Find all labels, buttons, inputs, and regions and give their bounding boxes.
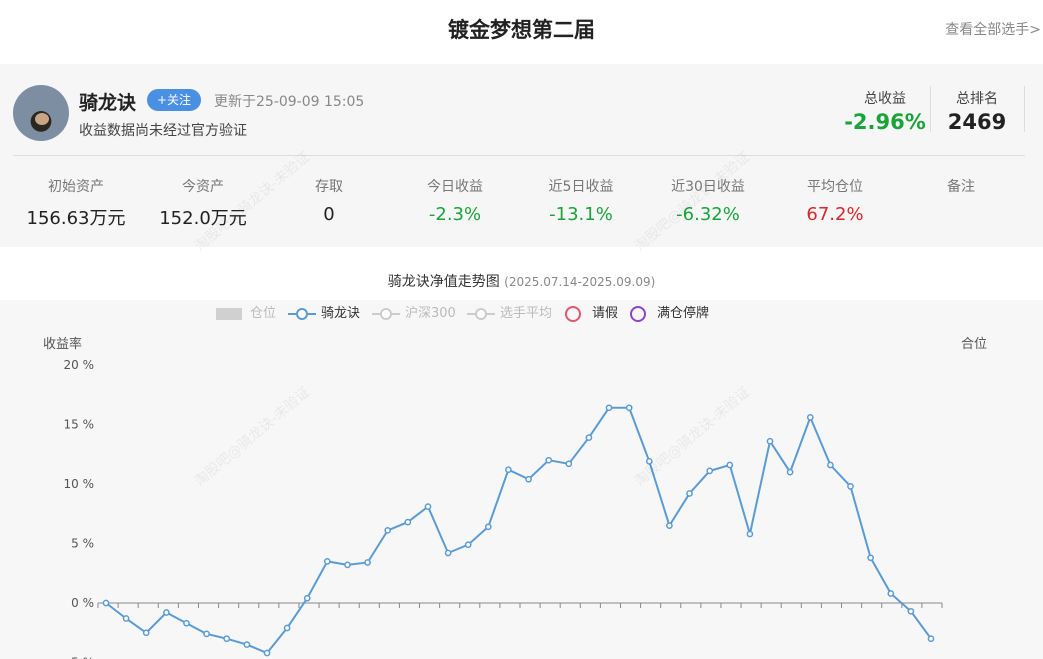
y-tick-label: 10 %: [64, 477, 95, 491]
data-point: [484, 523, 492, 531]
metric-value: -6.32%: [676, 204, 740, 225]
data-point: [122, 615, 130, 622]
user-name[interactable]: 骑龙诀: [79, 88, 136, 115]
metric-label: 平均仓位: [807, 179, 863, 195]
metric-value: -2.3%: [428, 204, 482, 225]
data-point: [183, 619, 190, 627]
metric-30day-return: 近30日收益 -6.32%: [643, 176, 773, 225]
data-point: [424, 503, 432, 510]
verification-note: 收益数据尚未经过官方验证: [79, 123, 247, 139]
data-point: [384, 527, 392, 534]
y-tick-label: -5 %: [67, 656, 94, 659]
total-rank: 总排名 2469: [937, 88, 1017, 134]
chart-date-range: (2025.07.14-2025.09.09): [504, 275, 656, 289]
total-return-label: 总收益: [864, 91, 906, 107]
data-point: [404, 518, 412, 526]
stat-divider: [930, 86, 931, 132]
data-point: [163, 609, 170, 616]
metric-current-assets: 今资产 152.0万元: [138, 176, 268, 230]
data-point: [746, 530, 754, 538]
metric-average-position: 平均仓位 67.2%: [770, 176, 900, 225]
metric-value: -13.1%: [549, 204, 613, 225]
metric-5day-return: 近5日收益 -13.1%: [516, 176, 646, 225]
y-tick-label: 15 %: [64, 418, 95, 432]
data-point: [303, 594, 311, 602]
data-point: [323, 558, 331, 565]
data-point: [766, 437, 774, 445]
data-point: [927, 635, 935, 643]
view-all-players-link[interactable]: 查看全部选手>: [945, 19, 1041, 39]
metric-remarks: 备注: [896, 176, 1026, 204]
metric-value: 67.2%: [806, 204, 864, 225]
y-tick-label: 20 %: [64, 358, 95, 372]
metric-today-return: 今日收益 -2.3%: [390, 176, 520, 225]
net-value-line-chart[interactable]: 20 % 15 % 10 % 5 % 0 % -5 %: [0, 300, 1043, 659]
data-point: [706, 467, 714, 475]
y-tick-label: 5 %: [71, 537, 94, 551]
y-tick-label: 0 %: [71, 596, 94, 610]
metric-initial-assets: 初始资产 156.63万元: [11, 176, 141, 230]
total-return-value: -2.96%: [844, 110, 926, 134]
data-point: [203, 630, 210, 638]
page-title: 镀金梦想第二届: [448, 18, 595, 42]
metrics-row: 初始资产 156.63万元 今资产 152.0万元 存取 0 今日收益 -2.3…: [0, 176, 1043, 236]
data-point: [464, 541, 472, 549]
profile-divider: [13, 155, 1025, 156]
profile-card: 骑龙诀 +关注 更新于25-09-09 15:05 收益数据尚未经过官方验证 总…: [0, 64, 1043, 247]
data-point: [625, 404, 633, 412]
metric-label: 备注: [947, 179, 975, 195]
data-point: [525, 475, 532, 483]
metric-label: 近30日收益: [671, 179, 745, 195]
data-point: [907, 607, 915, 615]
total-return: 总收益 -2.96%: [830, 88, 940, 134]
data-point: [223, 635, 231, 643]
chart-title-text: 骑龙诀净值走势图: [387, 274, 500, 290]
data-point: [806, 414, 814, 421]
metric-label: 近5日收益: [548, 179, 614, 195]
data-point: [263, 649, 271, 657]
data-point: [666, 522, 673, 529]
data-point: [645, 458, 653, 465]
data-point: [102, 599, 110, 607]
series-line-骑龙诀: [105, 406, 932, 655]
data-point: [585, 434, 593, 441]
data-point: [827, 461, 834, 469]
data-point: [726, 461, 734, 469]
data-point: [545, 456, 553, 464]
metric-deposit-withdraw: 存取 0: [264, 176, 394, 225]
follow-button[interactable]: +关注: [147, 89, 202, 111]
stat-divider: [1024, 86, 1025, 132]
data-point: [605, 404, 613, 412]
data-point: [887, 590, 895, 597]
metric-label: 存取: [315, 179, 343, 195]
data-point: [565, 460, 573, 468]
updated-time: 更新于25-09-09 15:05: [214, 94, 365, 110]
chart-title: 骑龙诀净值走势图 (2025.07.14-2025.09.09): [0, 271, 1043, 291]
data-point: [505, 466, 512, 474]
data-point: [243, 641, 251, 648]
avatar[interactable]: [13, 85, 69, 141]
metric-label: 今资产: [182, 179, 224, 195]
data-point: [444, 549, 452, 557]
data-point: [142, 629, 150, 637]
total-rank-value: 2469: [947, 110, 1007, 134]
data-point: [867, 554, 874, 562]
data-point: [364, 559, 371, 566]
total-rank-label: 总排名: [956, 91, 998, 107]
data-point: [847, 483, 854, 490]
data-point: [786, 468, 794, 476]
metric-label: 初始资产: [48, 179, 104, 195]
metric-label: 今日收益: [427, 179, 483, 195]
data-point: [344, 561, 351, 569]
metric-value: 152.0万元: [159, 208, 247, 229]
metric-value: 156.63万元: [26, 208, 126, 229]
data-point: [283, 624, 291, 632]
metric-value: 0: [323, 204, 335, 225]
data-point: [686, 490, 693, 497]
